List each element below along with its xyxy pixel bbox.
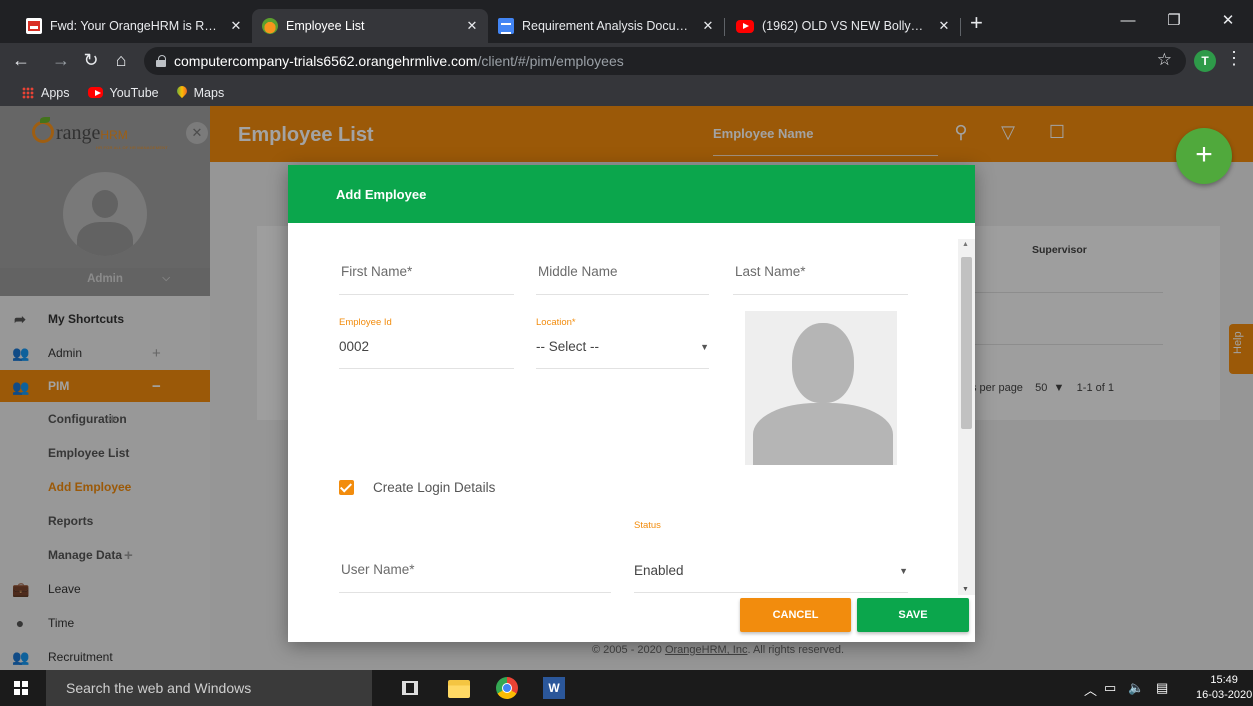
restore-icon[interactable]: ❐	[1151, 6, 1197, 36]
url-text: computercompany-trials6562.orangehrmlive…	[174, 53, 624, 69]
middle-name-field[interactable]: Middle Name	[536, 245, 709, 295]
status-select[interactable]: Status Enabled ▼	[634, 520, 908, 593]
save-button[interactable]: SAVE	[857, 598, 969, 632]
add-employee-fab[interactable]: +	[1176, 128, 1232, 184]
bookmark-apps[interactable]: Apps	[22, 86, 70, 100]
bookmarks-bar: Apps YouTube Maps	[0, 79, 1253, 106]
employee-photo-placeholder[interactable]	[745, 311, 897, 465]
new-tab-plus-icon[interactable]: +	[970, 12, 983, 34]
reload-icon[interactable]: ↻	[80, 50, 102, 71]
gmail-icon	[26, 18, 42, 34]
orangehrm-icon	[262, 18, 278, 34]
tab-separator	[724, 18, 725, 36]
scroll-thumb[interactable]	[961, 257, 972, 429]
close-icon[interactable]: ✕	[700, 18, 716, 34]
back-arrow-icon[interactable]: ←	[10, 50, 32, 71]
maps-pin-icon	[177, 86, 187, 100]
windows-start-icon[interactable]	[14, 681, 28, 695]
home-icon[interactable]: ⌂	[110, 50, 132, 71]
scroll-down-icon[interactable]: ▼	[962, 586, 969, 593]
close-icon[interactable]: ✕	[464, 18, 480, 34]
taskbar-clock[interactable]: 15:49 16-03-2020	[1196, 673, 1252, 703]
caret-down-icon: ▼	[899, 566, 908, 576]
lock-icon	[156, 55, 166, 67]
employee-id-field[interactable]: Employee Id 0002	[339, 317, 514, 369]
tab-separator	[960, 18, 961, 36]
close-icon[interactable]: ✕	[228, 18, 244, 34]
chrome-icon[interactable]	[496, 677, 518, 699]
network-icon[interactable]: ▭	[1104, 680, 1116, 696]
youtube-icon	[87, 87, 103, 98]
browser-tab-bar: Fwd: Your OrangeHRM is Ready - ✕ Employe…	[0, 0, 1253, 43]
tray-chevron-up-icon[interactable]: ︿	[1084, 680, 1097, 699]
bookmark-youtube[interactable]: YouTube	[87, 86, 159, 100]
menu-kebab-icon[interactable]: ⋮	[1225, 48, 1243, 69]
address-bar[interactable]: computercompany-trials6562.orangehrmlive…	[144, 47, 1186, 75]
bookmark-maps[interactable]: Maps	[177, 86, 225, 100]
taskbar-search[interactable]: Search the web and Windows	[46, 670, 372, 706]
scroll-up-icon[interactable]: ▲	[962, 241, 969, 248]
close-icon[interactable]: ✕	[936, 18, 952, 34]
bookmark-star-icon[interactable]: ☆	[1157, 50, 1172, 70]
windows-taskbar: Search the web and Windows W ︿ ▭ 🔈 ▤ 15:…	[0, 670, 1253, 706]
apps-grid-icon	[22, 86, 34, 99]
add-employee-modal: Add Employee First Name* Middle Name Las…	[288, 165, 975, 642]
tab-gmail[interactable]: Fwd: Your OrangeHRM is Ready - ✕	[16, 9, 252, 43]
youtube-icon	[736, 19, 754, 33]
tab-employee-list[interactable]: Employee List ✕	[252, 9, 488, 43]
minimize-icon[interactable]: —	[1105, 6, 1151, 36]
forward-arrow-icon[interactable]: →	[50, 50, 72, 71]
username-field[interactable]: User Name*	[339, 547, 611, 593]
word-icon[interactable]: W	[543, 677, 565, 699]
tab-youtube[interactable]: (1962) OLD VS NEW Bollywood M ✕	[726, 9, 960, 43]
tab-requirement-doc[interactable]: Requirement Analysis Document ✕	[488, 9, 724, 43]
modal-scrollbar[interactable]: ▲ ▼	[958, 239, 975, 595]
file-explorer-icon[interactable]	[448, 680, 470, 698]
modal-title: Add Employee	[336, 187, 427, 202]
notifications-icon[interactable]: ▤	[1156, 680, 1168, 696]
docs-icon	[498, 18, 514, 34]
last-name-field[interactable]: Last Name*	[733, 245, 908, 295]
volume-icon[interactable]: 🔈	[1128, 680, 1144, 696]
caret-down-icon: ▼	[700, 342, 709, 352]
browser-toolbar: ← → ↻ ⌂ computercompany-trials6562.orang…	[0, 43, 1253, 79]
modal-header: Add Employee	[288, 165, 975, 223]
profile-avatar[interactable]: T	[1194, 50, 1216, 72]
create-login-checkbox[interactable]	[339, 480, 354, 495]
create-login-label: Create Login Details	[373, 480, 496, 495]
location-select[interactable]: Location* -- Select -- ▼	[536, 317, 709, 369]
window-close-icon[interactable]: ✕	[1205, 6, 1251, 36]
orangehrm-app: rangeHRM HR FOR ALL OF HR MANAGEMENT ✕ A…	[0, 106, 1253, 670]
first-name-field[interactable]: First Name*	[339, 245, 514, 295]
cancel-button[interactable]: CANCEL	[740, 598, 851, 632]
task-view-icon[interactable]	[402, 681, 418, 695]
